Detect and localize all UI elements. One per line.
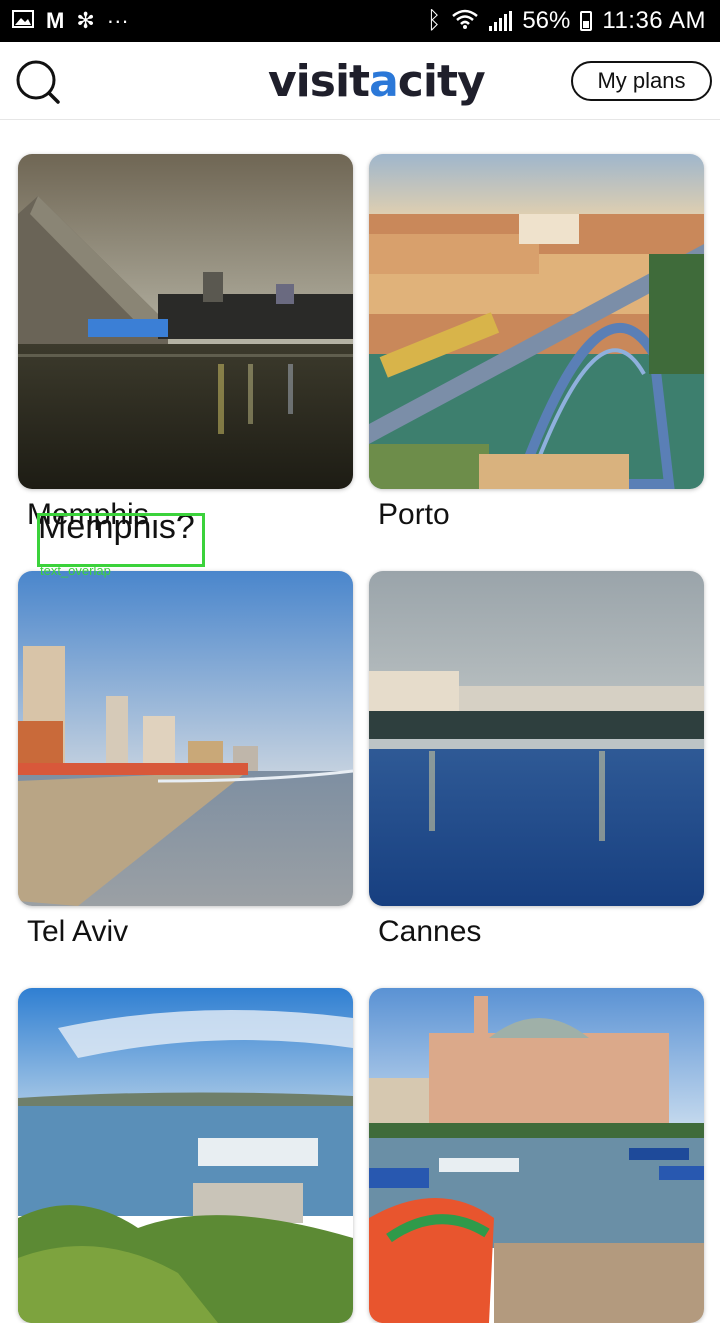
logo-part: city: [397, 56, 486, 107]
city-card[interactable]: [18, 988, 353, 1323]
city-name: Porto: [378, 498, 450, 531]
app-logo[interactable]: visitacity: [268, 56, 486, 107]
status-bar: M ✻ ··· ᛒ 56% 11:36 AM: [0, 0, 720, 42]
overlay-highlight-box: [37, 513, 205, 567]
status-time: 11:36 AM: [602, 7, 706, 34]
more-dots-icon: ···: [106, 8, 129, 33]
signal-icon: [489, 11, 513, 31]
city-card-tel-aviv[interactable]: Tel Aviv: [18, 571, 353, 948]
logo-part: visit: [268, 56, 370, 107]
my-plans-button[interactable]: My plans: [571, 61, 712, 101]
city-name: Tel Aviv: [27, 915, 129, 948]
city-photo: [369, 154, 704, 489]
city-card-cannes[interactable]: Cannes: [369, 571, 704, 948]
gmail-icon: M: [46, 8, 65, 33]
search-button[interactable]: [14, 58, 62, 106]
city-card-memphis[interactable]: Memphis: [18, 154, 353, 531]
city-photo: [18, 154, 353, 489]
city-card[interactable]: [369, 988, 704, 1323]
logo-accent-letter: a: [369, 56, 399, 107]
city-photo: [369, 571, 704, 906]
city-name: Cannes: [378, 915, 482, 948]
city-card-porto[interactable]: Porto: [369, 154, 704, 531]
fan-icon: ✻: [76, 8, 95, 33]
bluetooth-icon: ᛒ: [426, 7, 442, 34]
search-icon: [16, 60, 60, 104]
city-grid: Memphis Porto Tel Aviv Cannes: [0, 120, 720, 1323]
battery-icon: [580, 11, 593, 31]
image-icon: [12, 9, 34, 33]
wifi-icon: [451, 9, 479, 34]
status-left: M ✻ ···: [12, 0, 129, 42]
overlay-tag: text_overlap: [40, 563, 111, 578]
city-photo: [18, 988, 353, 1323]
city-photo: [18, 571, 353, 906]
app-header: visitacity My plans: [0, 42, 720, 120]
city-photo: [369, 988, 704, 1323]
status-right: ᛒ 56% 11:36 AM: [427, 0, 706, 42]
battery-percent: 56%: [522, 7, 571, 34]
